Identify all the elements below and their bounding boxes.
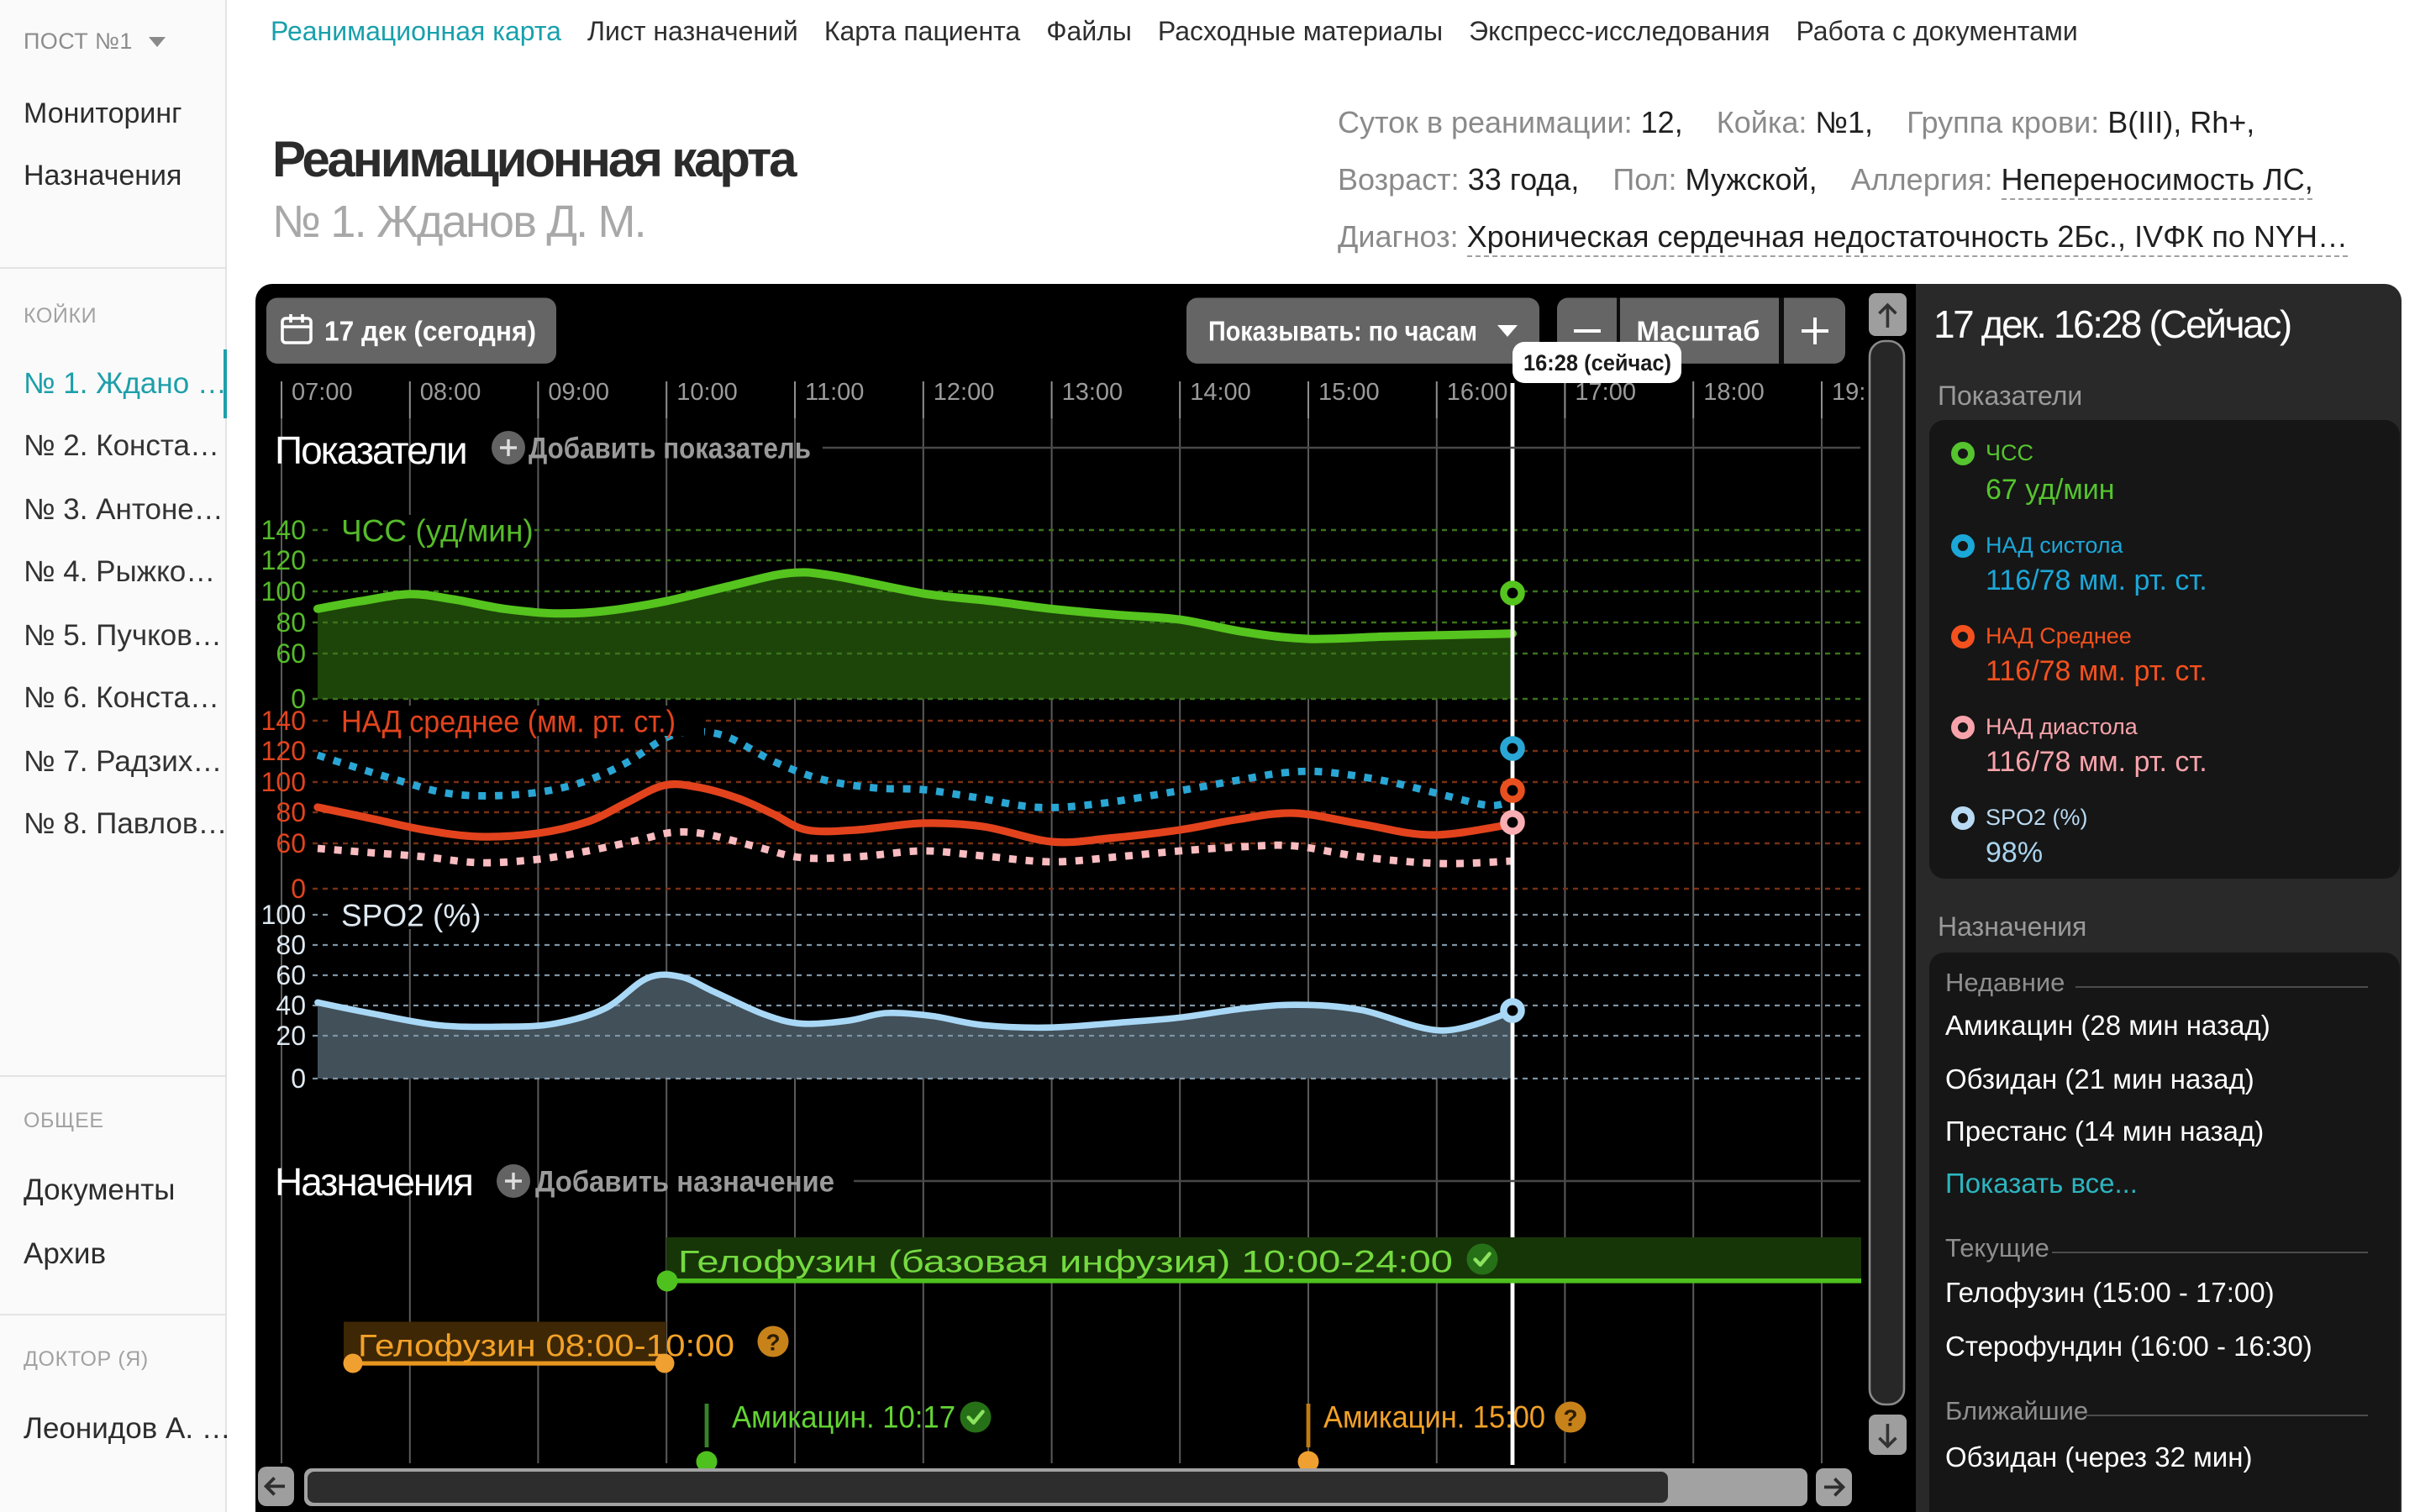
svg-text:?: ? [1563,1405,1577,1431]
svg-text:16:00: 16:00 [1447,379,1508,406]
svg-text:Добавить показатель: Добавить показатель [529,433,811,465]
svg-text:80: 80 [276,607,306,638]
svg-text:140: 140 [261,515,306,545]
svg-text:Амикацин. 10:17: Амикацин. 10:17 [732,1400,955,1435]
svg-text:11:00: 11:00 [805,379,864,406]
svg-text:20: 20 [276,1021,306,1051]
svg-text:13:00: 13:00 [1062,379,1123,406]
svg-text:Назначения: Назначения [275,1160,472,1204]
svg-text:Добавить назначение: Добавить назначение [535,1166,834,1199]
svg-text:SPO2 (%): SPO2 (%) [341,899,481,933]
svg-text:Гелофузин 08:00-10:00: Гелофузин 08:00-10:00 [358,1329,734,1363]
svg-text:60: 60 [276,638,306,669]
svg-text:80: 80 [276,797,306,827]
svg-text:19:: 19: [1832,379,1865,406]
svg-text:15:00: 15:00 [1318,379,1380,406]
svg-text:18:00: 18:00 [1703,379,1765,406]
svg-text:100: 100 [261,576,306,606]
svg-text:НАД среднее (мм. рт. ст.): НАД среднее (мм. рт. ст.) [341,705,676,739]
svg-text:60: 60 [276,828,306,858]
svg-text:17 дек (сегодня): 17 дек (сегодня) [324,316,536,347]
svg-text:12:00: 12:00 [934,379,995,406]
svg-text:09:00: 09:00 [548,379,609,406]
svg-text:ЧСС (уд/мин): ЧСС (уд/мин) [341,514,534,549]
svg-text:80: 80 [276,930,306,960]
svg-text:07:00: 07:00 [292,379,353,406]
svg-text:14:00: 14:00 [1190,379,1251,406]
svg-text:100: 100 [261,900,306,930]
svg-text:0: 0 [291,1063,306,1094]
svg-text:Масштаб: Масштаб [1636,316,1760,347]
svg-text:?: ? [765,1330,780,1356]
svg-text:Показатели: Показатели [275,428,466,472]
svg-text:140: 140 [261,706,306,736]
svg-text:08:00: 08:00 [420,379,481,406]
svg-text:16:28 (сейчас): 16:28 (сейчас) [1523,350,1671,375]
svg-text:Показывать: по часам: Показывать: по часам [1208,316,1477,347]
svg-text:Гелофузин (базовая инфузия) 10: Гелофузин (базовая инфузия) 10:00-24:00 [678,1245,1453,1279]
svg-text:120: 120 [261,545,306,575]
svg-text:120: 120 [261,736,306,766]
svg-text:40: 40 [276,990,306,1021]
svg-text:10:00: 10:00 [676,379,738,406]
svg-text:60: 60 [276,960,306,990]
svg-text:Амикацин. 15:00: Амикацин. 15:00 [1323,1400,1545,1435]
svg-text:100: 100 [261,767,306,797]
